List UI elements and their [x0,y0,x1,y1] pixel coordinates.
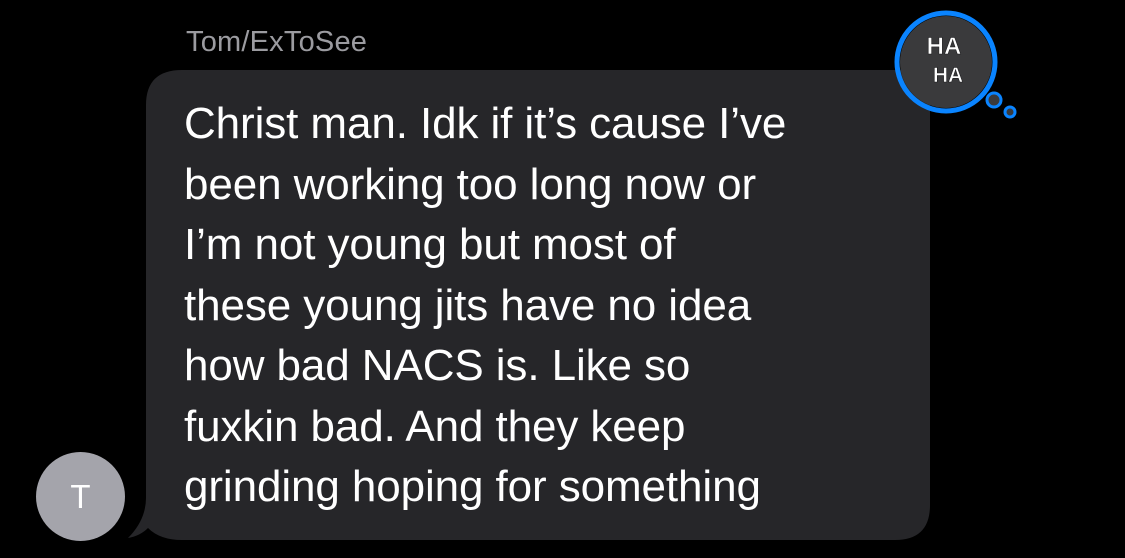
message-line: how bad NACS is. Like so [184,341,691,390]
message-line: I’m not young but most of [184,220,676,269]
haha-text-bottom: HA [933,64,963,87]
message-line: fuxkin bad. And they keep [184,401,686,451]
message-text: Christ man. Idk if it’s cause I’ve been … [184,94,904,518]
avatar[interactable]: T [36,452,125,541]
haha-icon[interactable]: HA HA [892,4,1032,124]
message-line: these young jits have no idea [184,280,752,330]
message-line: Christ man. Idk if it’s cause I’ve [184,99,787,148]
message-line: been working too long now or [184,159,757,209]
haha-label: HA HA [926,33,963,88]
avatar-initial: T [70,477,91,515]
message-line: grinding hoping for something [184,462,761,511]
haha-text-top: HA [927,33,962,60]
